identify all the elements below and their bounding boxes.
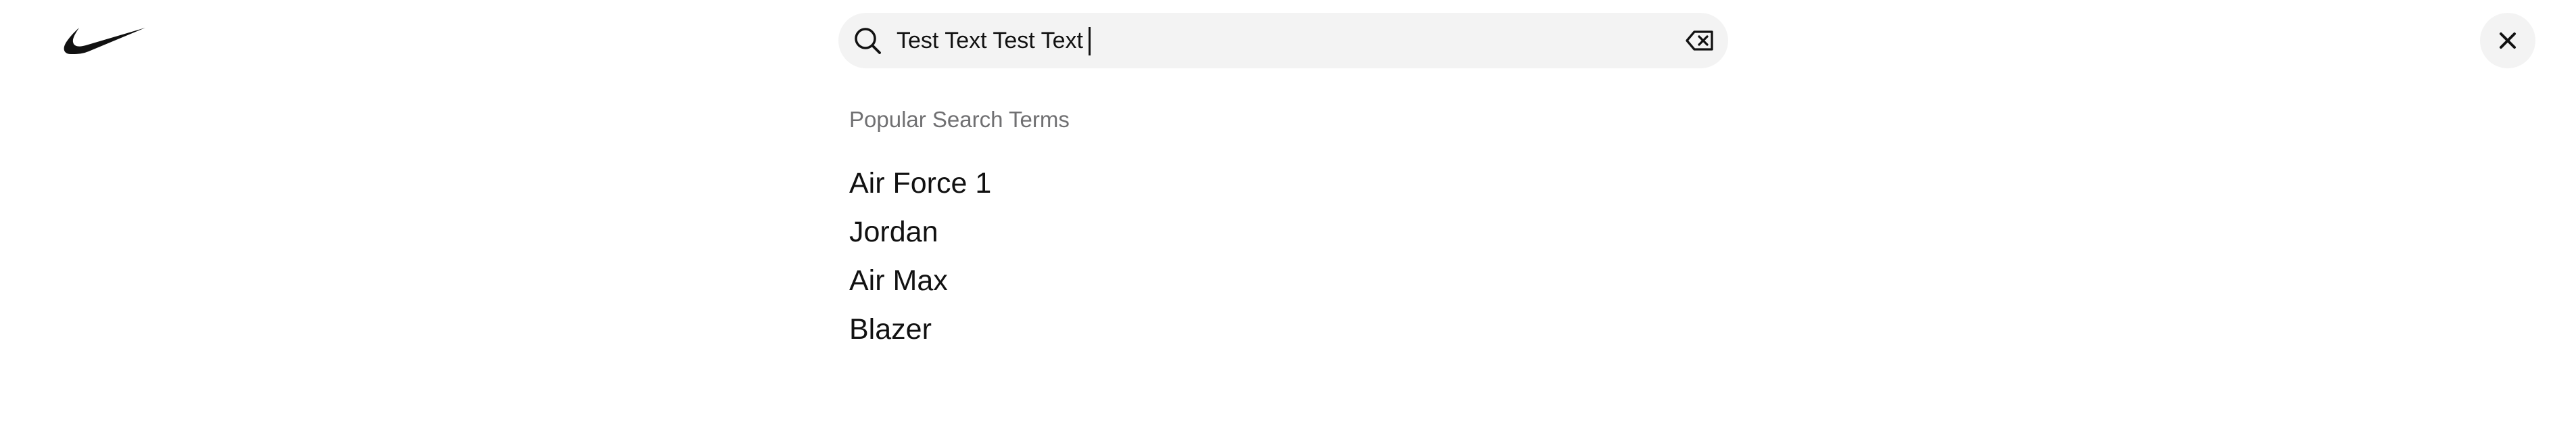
popular-search-terms: Popular Search Terms Air Force 1 Jordan … [849, 105, 1458, 354]
suggestion-item-air-force-1[interactable]: Air Force 1 [849, 159, 1458, 208]
clear-search-button[interactable] [1684, 25, 1716, 56]
search-icon[interactable] [852, 25, 883, 56]
search-input[interactable] [897, 21, 1600, 60]
close-icon [2500, 32, 2516, 49]
suggestion-list: Air Force 1 Jordan Air Max Blazer [849, 159, 1458, 354]
suggestion-item-air-max[interactable]: Air Max [849, 256, 1458, 305]
popular-search-terms-heading: Popular Search Terms [849, 107, 1070, 132]
close-search-button[interactable] [2480, 13, 2535, 68]
clear-text-icon [1686, 30, 1713, 51]
search-bar [838, 13, 1728, 68]
search-overlay-page: Popular Search Terms Air Force 1 Jordan … [0, 0, 2576, 422]
suggestion-item-jordan[interactable]: Jordan [849, 208, 1458, 256]
swoosh-logo-icon[interactable] [63, 26, 147, 57]
text-cursor [1089, 27, 1091, 55]
suggestion-item-blazer[interactable]: Blazer [849, 305, 1458, 354]
